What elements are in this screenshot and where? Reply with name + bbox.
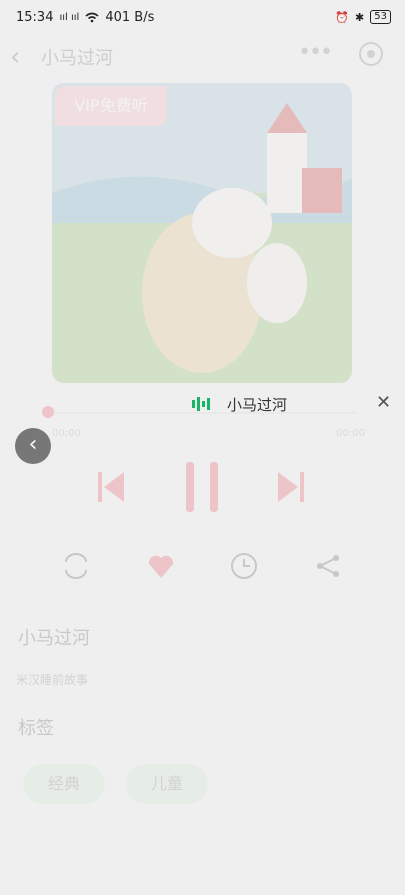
timer-icon[interactable]: [228, 550, 260, 582]
net-speed: 401 B/s: [105, 10, 155, 25]
song-subtitle: 米汉睡前故事: [16, 673, 89, 687]
playback-controls: [0, 460, 405, 520]
side-back-button[interactable]: ‹: [15, 428, 51, 464]
heart-icon[interactable]: [145, 550, 177, 582]
mini-player-bar[interactable]: 小马过河 ✕: [0, 389, 405, 419]
tags-label: 标签: [18, 718, 54, 739]
tag-chip[interactable]: 经典: [23, 764, 105, 804]
share-icon[interactable]: [312, 550, 344, 582]
time-total: 00:00: [336, 428, 365, 439]
status-bar: 15:34 ııl ııl 401 B/s ⏰ ✱ 53: [0, 0, 405, 34]
action-row: [0, 550, 405, 590]
status-right: ⏰ ✱ 53: [335, 10, 391, 24]
tag-chip[interactable]: 儿童: [126, 764, 208, 804]
status-left: 15:34 ııl ııl 401 B/s: [16, 10, 154, 25]
vip-badge: VIP免费听: [55, 86, 167, 126]
album-cover: [52, 83, 352, 383]
wifi-icon: [85, 12, 99, 23]
signal-icon: ııl ııl: [59, 12, 80, 23]
battery-indicator: 53: [370, 10, 391, 24]
audio-wave-icon: [192, 397, 210, 411]
song-title: 小马过河: [18, 628, 90, 649]
target-icon[interactable]: [359, 42, 383, 66]
status-time: 15:34: [16, 10, 54, 25]
next-icon[interactable]: [278, 472, 304, 502]
back-arrow-icon[interactable]: ‹: [10, 42, 20, 72]
chevron-left-icon: ‹: [28, 432, 38, 457]
bluetooth-icon: ✱: [355, 10, 365, 24]
time-elapsed: 00:00: [52, 428, 81, 439]
top-nav: ‹ 小马过河 •••: [0, 36, 405, 76]
mini-player-title: 小马过河: [227, 396, 288, 414]
page-title: 小马过河: [41, 48, 113, 69]
more-icon[interactable]: •••: [298, 40, 333, 65]
alarm-icon: ⏰: [335, 10, 350, 24]
loop-icon[interactable]: [60, 550, 92, 582]
previous-icon[interactable]: [98, 472, 124, 502]
pause-icon[interactable]: [184, 462, 220, 512]
close-icon[interactable]: ✕: [376, 392, 391, 413]
